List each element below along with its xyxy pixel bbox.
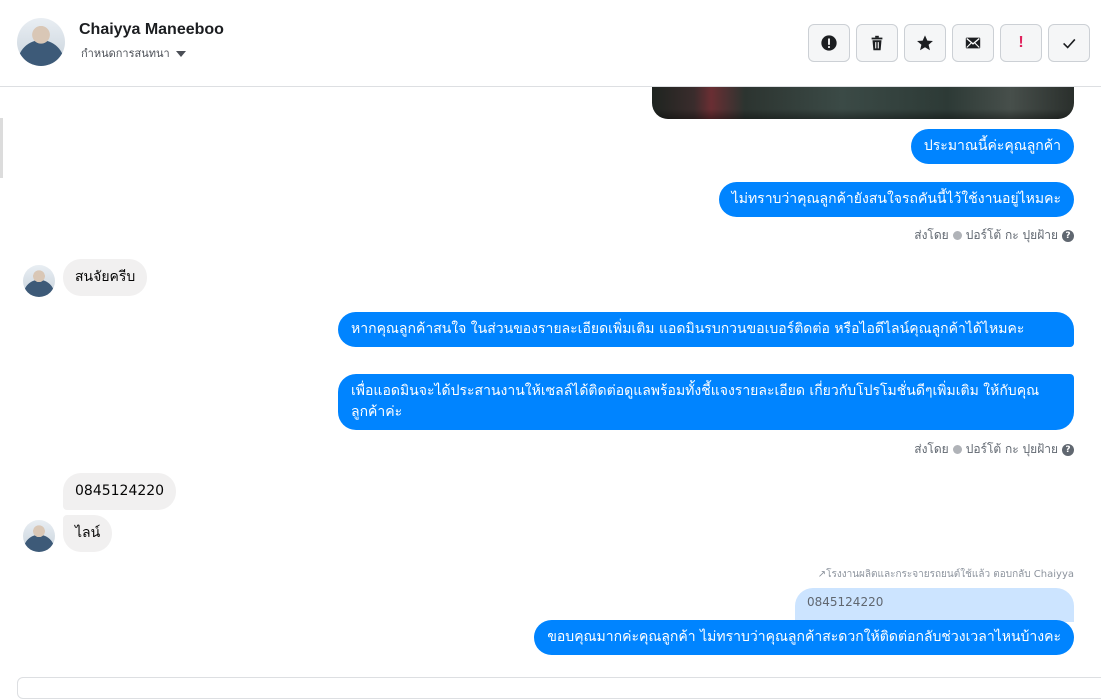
sent-by-label: ส่งโดย — [914, 228, 949, 242]
check-icon — [1063, 38, 1076, 49]
assign-conversation-label: กำหนดการสนทนา — [81, 47, 170, 60]
contact-avatar[interactable] — [17, 18, 65, 66]
mark-unread-button[interactable] — [952, 24, 994, 62]
help-icon[interactable]: ? — [1062, 229, 1074, 242]
trash-icon — [871, 35, 883, 51]
assign-conversation-dropdown[interactable]: กำหนดการสนทนา — [81, 44, 186, 62]
sender-name: ปอร์โต้ กะ ปุยฝ้าย — [965, 442, 1058, 456]
sent-by-label: ส่งโดย — [914, 442, 949, 456]
message-outgoing[interactable]: เพื่อแอดมินจะได้ประสานงานให้เซลล์ได้ติดต… — [338, 374, 1074, 430]
verified-icon — [952, 445, 962, 454]
envelope-icon — [965, 37, 981, 49]
conversation-toolbar: ! — [808, 24, 1090, 62]
reply-quote[interactable]: 0845124220 — [795, 588, 1074, 622]
message-outgoing[interactable]: ประมาณนี้ค่ะคุณลูกค้า — [910, 129, 1074, 164]
help-icon[interactable]: ? — [1062, 443, 1074, 456]
message-incoming[interactable]: ไลน์ — [63, 515, 113, 552]
contact-name[interactable]: Chaiyya Maneeboo — [79, 21, 224, 39]
contact-avatar-small — [23, 520, 55, 552]
message-outgoing[interactable]: หากคุณลูกค้าสนใจ ในส่วนของรายละเอียดเพิ่… — [338, 312, 1074, 347]
conversation-header: Chaiyya Maneeboo กำหนดการสนทนา ! — [0, 0, 1101, 87]
contact-avatar-small — [23, 265, 55, 297]
chevron-down-icon — [175, 50, 186, 57]
message-outgoing[interactable]: ไม่ทราบว่าคุณลูกค้ายังสนใจรถคันนี้ไว้ใช้… — [718, 182, 1074, 217]
delete-button[interactable] — [856, 24, 898, 62]
alert-circle-icon — [821, 35, 837, 51]
reply-context: ↗โรงงานผลิตและกระจายรถยนต์ใช้แล้ว ตอบกลั… — [817, 569, 1074, 580]
image-attachment[interactable] — [652, 87, 1074, 119]
message-composer[interactable] — [17, 677, 1101, 699]
scrollbar-thumb[interactable] — [0, 118, 3, 178]
message-incoming[interactable]: สนจัยครีบ — [63, 259, 148, 296]
exclamation-icon: ! — [1018, 34, 1024, 51]
verified-icon — [952, 231, 962, 240]
mark-done-button[interactable] — [1048, 24, 1090, 62]
sent-by-info: ส่งโดย ปอร์โต้ กะ ปุยฝ้าย ? — [914, 226, 1074, 245]
star-icon — [917, 35, 933, 51]
sender-name: ปอร์โต้ กะ ปุยฝ้าย — [965, 228, 1058, 242]
sent-by-info: ส่งโดย ปอร์โต้ กะ ปุยฝ้าย ? — [914, 440, 1074, 459]
mark-spam-button[interactable] — [808, 24, 850, 62]
star-button[interactable] — [904, 24, 946, 62]
message-outgoing[interactable]: ขอบคุณมากค่ะคุณลูกค้า ไม่ทราบว่าคุณลูกค้… — [534, 620, 1074, 655]
follow-up-button[interactable]: ! — [1000, 24, 1042, 62]
message-incoming[interactable]: 0845124220 — [63, 473, 177, 510]
